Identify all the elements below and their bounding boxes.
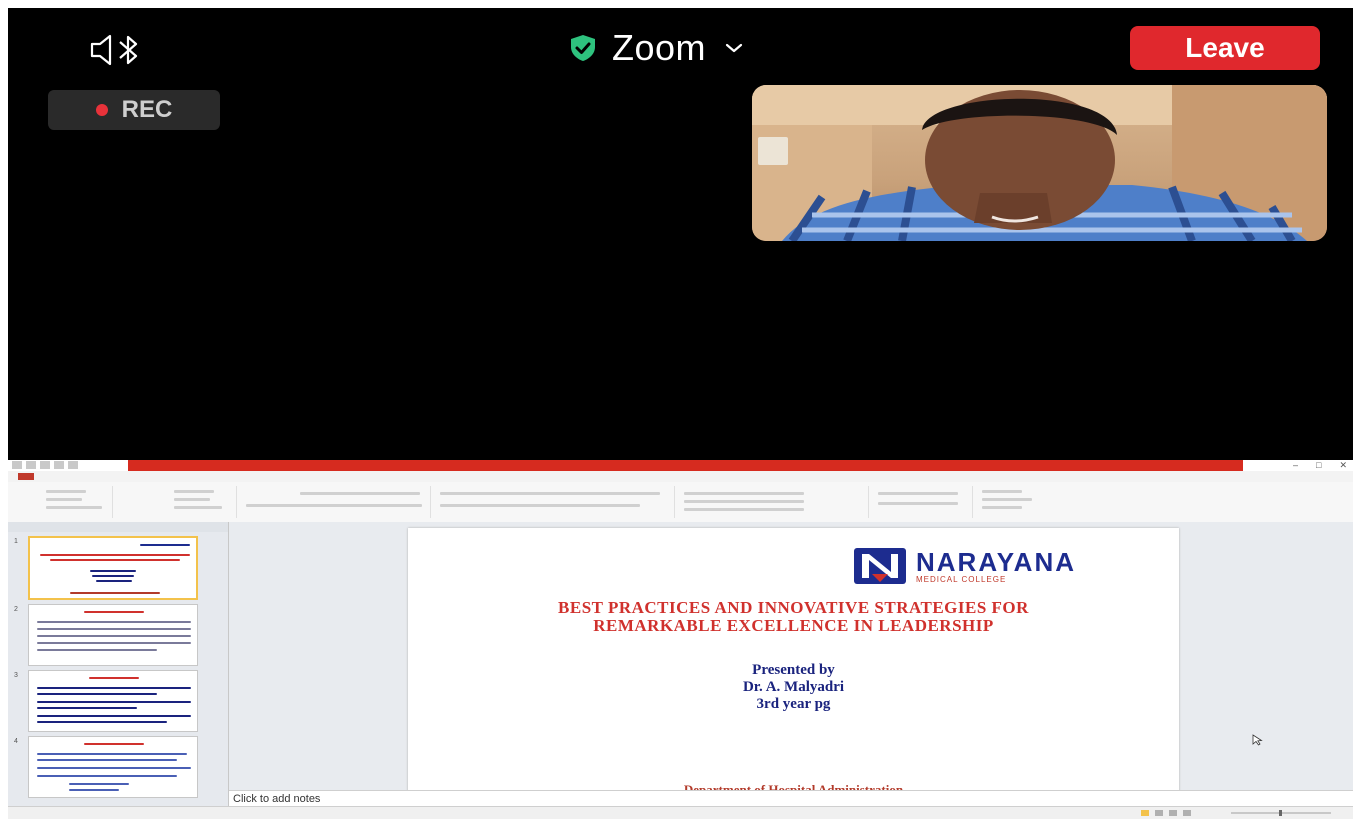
status-bar — [8, 806, 1353, 819]
shared-powerpoint-window: – □ ✕ ​ — [8, 460, 1353, 819]
ribbon-group[interactable] — [434, 486, 675, 518]
participant-video-frame — [752, 85, 1327, 241]
slide-title-line: BEST PRACTICES AND INNOVATIVE STRATEGIES… — [558, 598, 1029, 617]
ribbon-group[interactable] — [116, 486, 237, 518]
slide-thumbnail[interactable] — [28, 604, 198, 666]
current-slide[interactable]: NARAYANA MEDICAL COLLEGE BEST PRACTICES … — [408, 528, 1179, 796]
chevron-down-icon[interactable] — [724, 38, 744, 58]
slide-thumbnail[interactable] — [28, 536, 198, 600]
tab-file[interactable]: ​ — [18, 473, 34, 480]
speaker-bluetooth-icon[interactable] — [88, 32, 168, 68]
recording-label: REC — [121, 96, 173, 123]
minimize-icon[interactable]: – — [1293, 460, 1298, 471]
window-controls: – □ ✕ — [1293, 460, 1347, 471]
recording-badge[interactable]: REC — [48, 90, 220, 130]
record-dot-icon — [95, 104, 108, 116]
logo-subtitle: MEDICAL COLLEGE — [916, 574, 1007, 584]
quick-access-toolbar[interactable] — [12, 461, 122, 470]
slide-editor: NARAYANA MEDICAL COLLEGE BEST PRACTICES … — [229, 522, 1353, 796]
thumbnail-number: 2 — [14, 606, 18, 613]
zoom-top-bar: Zoom Leave — [8, 8, 1353, 86]
slide-thumbnail[interactable] — [28, 736, 198, 798]
app-title: Zoom — [612, 27, 707, 68]
meeting-title[interactable]: Zoom — [568, 26, 744, 70]
presenter-block: Presented by Dr. A. Malyadri 3rd year pg — [428, 662, 1159, 713]
ribbon-group[interactable] — [872, 486, 973, 518]
ppt-title-bar: – □ ✕ — [8, 460, 1353, 471]
ribbon — [8, 482, 1353, 523]
narayana-logo: NARAYANA MEDICAL COLLEGE — [854, 548, 1076, 584]
logo-name: NARAYANA — [916, 546, 1077, 577]
slide-thumbnail[interactable] — [28, 670, 198, 732]
notes-pane[interactable]: Click to add notes — [229, 790, 1353, 806]
zoom-meeting-window: Zoom Leave REC – □ ✕ 1 2 3 4 NARAYANA ME… — [8, 8, 1353, 819]
thumbnail-number: 3 — [14, 672, 18, 679]
thumbnail-number: 1 — [14, 538, 18, 545]
presenter-name: Dr. A. Malyadri — [742, 679, 845, 695]
ribbon-group[interactable] — [678, 486, 869, 518]
slide-title: BEST PRACTICES AND INNOVATIVE STRATEGIES… — [428, 599, 1159, 635]
leave-button[interactable]: Leave — [1130, 26, 1320, 70]
ribbon-group[interactable] — [240, 486, 431, 518]
thumbnail-number: 4 — [14, 738, 18, 745]
zoom-slider[interactable] — [1141, 809, 1341, 817]
thumbnail-pane-tabs[interactable] — [8, 522, 228, 532]
ribbon-group[interactable] — [12, 486, 113, 518]
ribbon-tabs: ​ — [8, 471, 1353, 482]
slide-thumbnails-pane: 1 2 3 4 — [8, 522, 229, 806]
narayana-logo-mark-icon — [854, 548, 906, 584]
close-icon[interactable]: ✕ — [1339, 460, 1347, 471]
mouse-cursor-icon — [1252, 734, 1263, 746]
presented-by-label: Presented by — [752, 662, 835, 678]
ribbon-group[interactable] — [976, 486, 1056, 518]
presenter-year: 3rd year pg — [756, 696, 831, 712]
title-bar-strip — [128, 460, 1243, 471]
maximize-icon[interactable]: □ — [1316, 460, 1321, 471]
shield-check-icon — [571, 35, 595, 61]
slide-title-line: REMARKABLE EXCELLENCE IN LEADERSHIP — [593, 616, 994, 635]
participant-video[interactable] — [752, 85, 1327, 241]
